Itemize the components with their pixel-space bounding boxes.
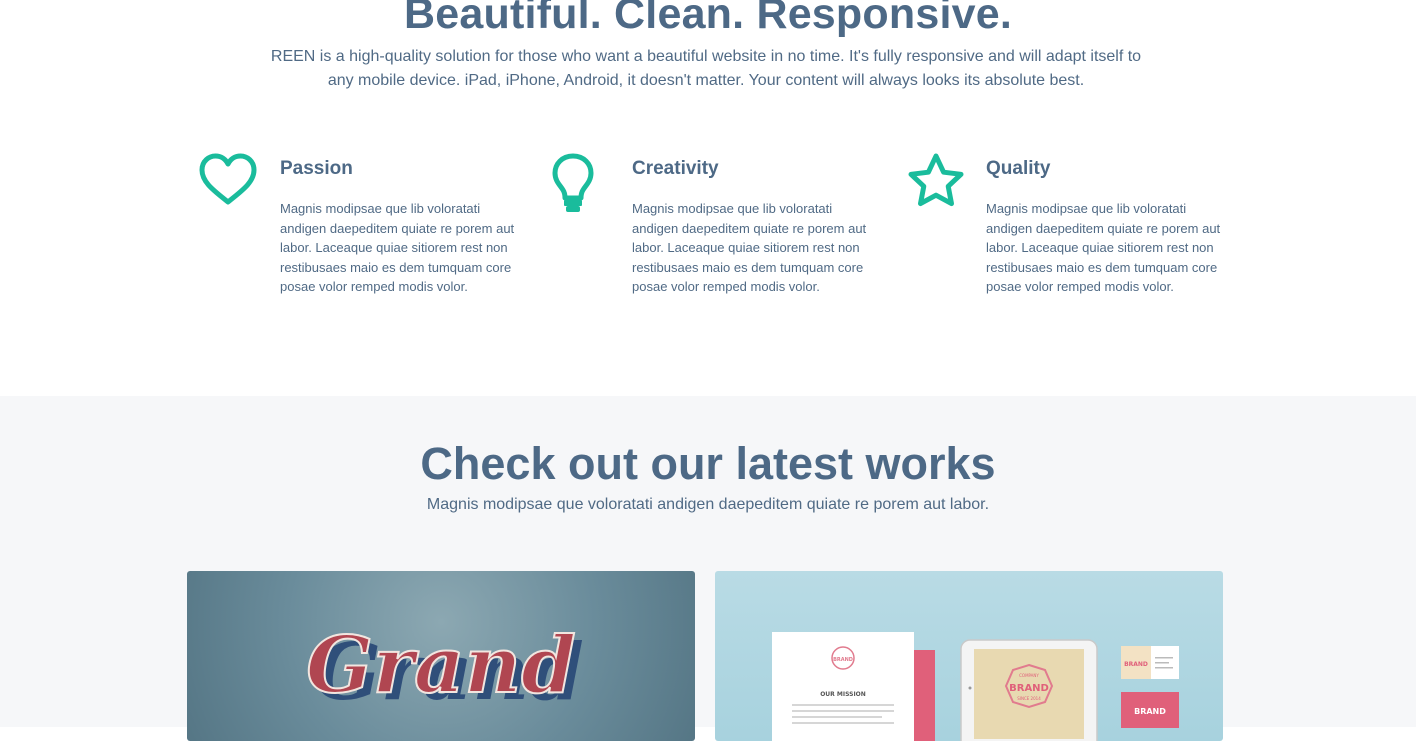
work-card-grand[interactable]: Grand Grand [187, 571, 695, 741]
hero-section: Beautiful. Clean. Responsive. REEN is a … [0, 0, 1416, 396]
svg-text:BRAND: BRAND [1134, 707, 1166, 716]
works-subtitle: Magnis modipsae que voloratati andigen d… [426, 496, 990, 513]
svg-text:BRAND: BRAND [1124, 661, 1148, 668]
svg-text:BRAND: BRAND [1009, 683, 1049, 694]
feature-passion: Passion Magnis modipsae que lib volorata… [198, 150, 518, 310]
svg-text:COMPANY: COMPANY [1019, 673, 1039, 678]
svg-text:Grand: Grand [306, 620, 576, 711]
lightbulb-icon [550, 150, 618, 218]
svg-text:BRAND: BRAND [833, 657, 853, 663]
feature-text: Magnis modipsae que lib voloratati andig… [632, 201, 867, 294]
feature-title: Quality [986, 158, 1051, 179]
works-title: Check out our latest works [420, 438, 996, 489]
latest-works-section: Check out our latest works Magnis modips… [0, 396, 1416, 741]
hero-title: Beautiful. Clean. Responsive. [404, 0, 1012, 38]
work-card-brand[interactable]: BRAND OUR MISSION BRAND COMPANY SINCE 20… [715, 571, 1223, 741]
feature-creativity: Creativity Magnis modipsae que lib volor… [550, 150, 870, 310]
svg-text:SINCE 2014: SINCE 2014 [1017, 696, 1041, 701]
hero-subtitle: REEN is a high-quality solution for thos… [270, 48, 1142, 89]
feature-quality: Quality Magnis modipsae que lib volorata… [904, 150, 1224, 310]
grand-artwork-image: Grand Grand [305, 619, 584, 718]
star-icon [904, 150, 972, 218]
feature-text: Magnis modipsae que lib voloratati andig… [986, 201, 1221, 294]
brand-mockup-image: BRAND OUR MISSION BRAND COMPANY SINCE 20… [772, 632, 1179, 741]
feature-title: Passion [280, 158, 353, 179]
feature-text: Magnis modipsae que lib voloratati andig… [280, 201, 515, 294]
svg-text:OUR MISSION: OUR MISSION [820, 691, 866, 698]
feature-title: Creativity [632, 158, 719, 179]
heart-icon [198, 150, 266, 218]
